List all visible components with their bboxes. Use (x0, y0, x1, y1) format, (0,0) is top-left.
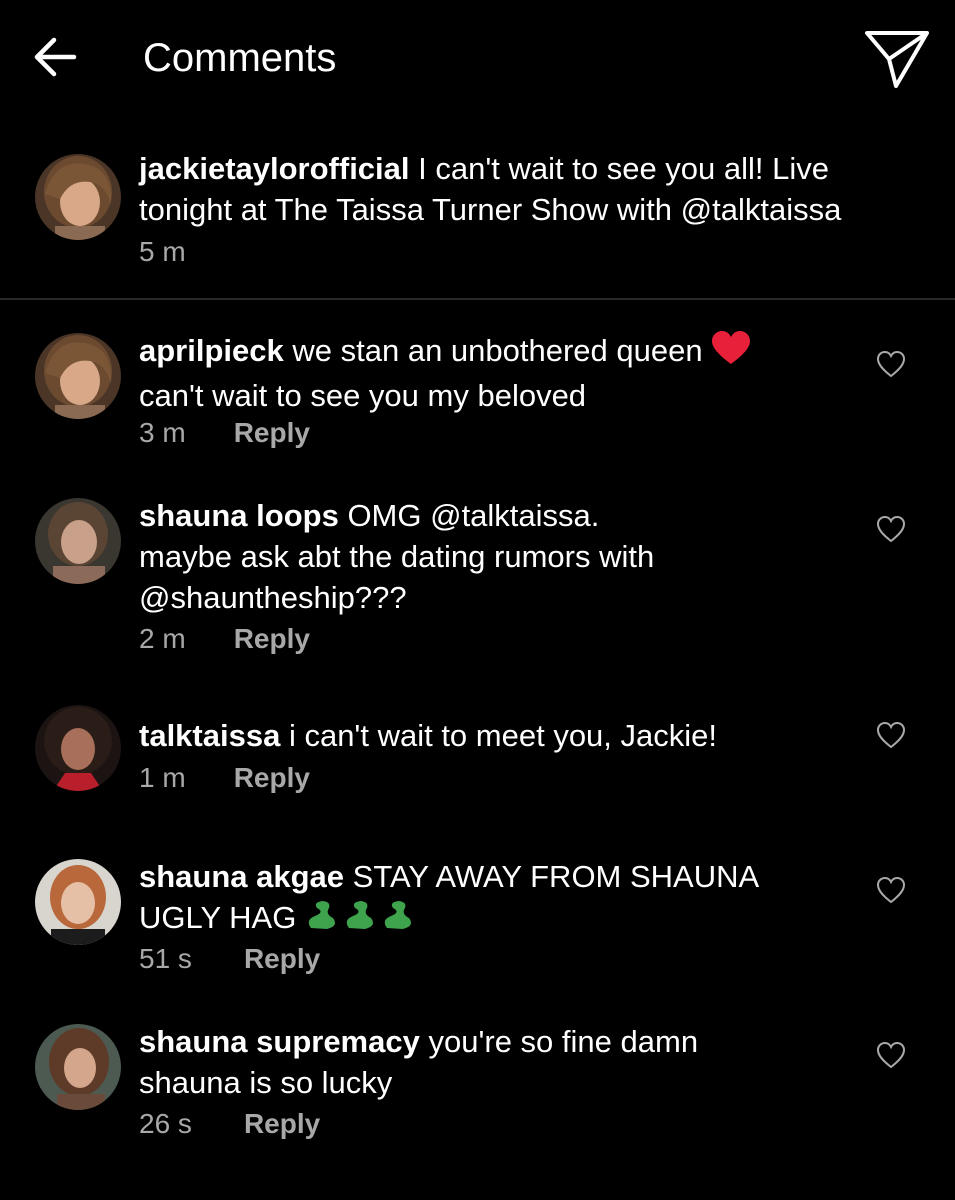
post-caption: jackietaylorofficial I can't wait to see… (0, 140, 955, 300)
comment-timestamp: 51 s (139, 943, 192, 974)
caption-timestamp: 5 m (139, 236, 186, 267)
top-bar: Comments (0, 0, 955, 120)
comment-username[interactable]: shauna akgae (139, 859, 344, 894)
back-button[interactable] (30, 32, 80, 82)
like-button[interactable] (876, 515, 906, 543)
like-button[interactable] (876, 1041, 906, 1069)
heart-outline-icon (876, 876, 906, 904)
comment-text: we stan an unbothered queen (292, 333, 703, 368)
like-button[interactable] (876, 721, 906, 749)
avatar[interactable] (35, 705, 121, 791)
comment-text: OMG @talktaissa. (347, 498, 600, 533)
comment-text-line2: can't wait to see you my beloved (139, 378, 587, 413)
comment-text: you're so fine damn (428, 1024, 699, 1059)
heart-outline-icon (876, 350, 906, 378)
snake-emoji (305, 898, 419, 942)
avatar[interactable] (35, 154, 121, 240)
comment-username[interactable]: shauna supremacy (139, 1024, 420, 1059)
heart-outline-icon (876, 721, 906, 749)
reply-button[interactable]: Reply (244, 942, 320, 976)
like-button[interactable] (876, 876, 906, 904)
share-button[interactable] (862, 28, 932, 90)
reply-button[interactable]: Reply (234, 622, 310, 656)
like-button[interactable] (876, 350, 906, 378)
reply-button[interactable]: Reply (244, 1107, 320, 1141)
avatar[interactable] (35, 333, 121, 419)
comment-username[interactable]: aprilpieck (139, 333, 284, 368)
red-heart-emoji (711, 331, 751, 375)
avatar[interactable] (35, 859, 121, 945)
comment-username[interactable]: talktaissa (139, 718, 280, 753)
caption-username[interactable]: jackietaylorofficial (139, 151, 410, 186)
comment-timestamp: 2 m (139, 623, 186, 654)
comment-username[interactable]: shauna loops (139, 498, 339, 533)
arrow-left-icon (34, 37, 77, 77)
comment-timestamp: 1 m (139, 762, 186, 793)
comment-text-line3: @shauntheship??? (139, 580, 407, 615)
page-title: Comments (143, 36, 337, 80)
avatar[interactable] (35, 498, 121, 584)
comment-text-line2: UGLY HAG (139, 900, 297, 935)
comment-text: i can't wait to meet you, Jackie! (288, 718, 718, 753)
heart-outline-icon (876, 515, 906, 543)
comment-text: STAY AWAY FROM SHAUNA (352, 859, 760, 894)
paper-plane-icon (865, 31, 929, 88)
comment-timestamp: 3 m (139, 417, 186, 448)
reply-button[interactable]: Reply (234, 761, 310, 795)
reply-button[interactable]: Reply (234, 416, 310, 450)
comment-timestamp: 26 s (139, 1108, 192, 1139)
comment-text-line2: shauna is so lucky (139, 1065, 393, 1100)
comment-text-line2: maybe ask abt the dating rumors with (139, 539, 655, 574)
avatar[interactable] (35, 1024, 121, 1110)
heart-outline-icon (876, 1041, 906, 1069)
